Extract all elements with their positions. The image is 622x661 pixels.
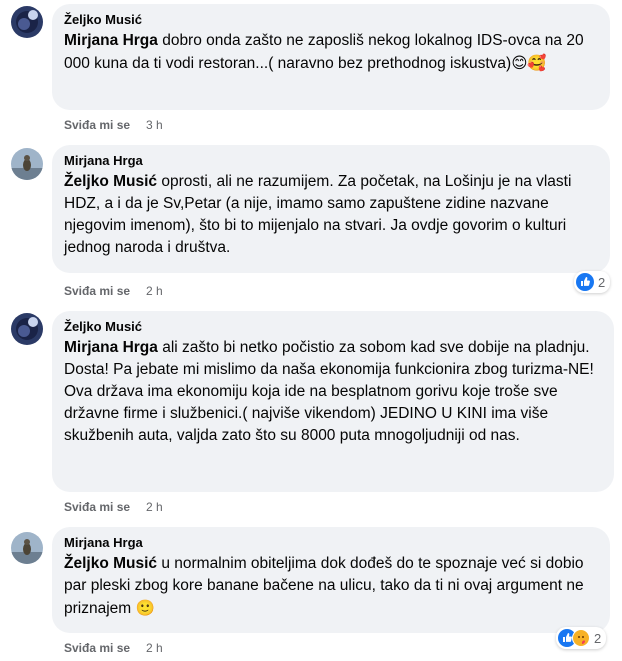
comment-text: Mirjana Hrga dobro onda zašto ne zaposli… — [64, 30, 598, 75]
mention-link[interactable]: Mirjana Hrga — [64, 32, 158, 49]
avatar[interactable] — [11, 148, 43, 180]
like-button[interactable]: Sviđa mi se — [64, 500, 130, 514]
reactions-badge[interactable]: 2 — [556, 627, 607, 649]
comment-time[interactable]: 3 h — [146, 118, 163, 132]
comment-bubble: Mirjana Hrga Željko Musić oprosti, ali n… — [52, 145, 610, 273]
comment-bubble: Mirjana Hrga Željko Musić u normalnim ob… — [52, 527, 610, 633]
comment-actions: Sviđa mi se 2 h — [64, 283, 163, 299]
avatar[interactable] — [11, 313, 43, 345]
reaction-count: 2 — [594, 630, 602, 646]
comment-actions: Sviđa mi se 3 h — [64, 117, 163, 133]
like-reaction-icon — [576, 273, 594, 291]
comment-text: Željko Musić oprosti, ali ne razumijem. … — [64, 171, 598, 259]
reactions-badge[interactable]: 2 — [574, 271, 611, 293]
comment-actions: Sviđa mi se 2 h — [64, 640, 163, 656]
mention-link[interactable]: Mirjana Hrga — [64, 339, 158, 356]
avatar-zeljko-icon — [11, 6, 43, 38]
comment-author[interactable]: Željko Musić — [64, 12, 598, 28]
like-button[interactable]: Sviđa mi se — [64, 284, 130, 298]
comment-time[interactable]: 2 h — [146, 641, 163, 655]
avatar-zeljko-icon — [11, 313, 43, 345]
comment-text: Mirjana Hrga ali zašto bi netko počistio… — [64, 337, 602, 447]
reaction-count: 2 — [598, 274, 606, 290]
comment-author[interactable]: Mirjana Hrga — [64, 535, 598, 551]
avatar[interactable] — [11, 6, 43, 38]
comment-time[interactable]: 2 h — [146, 500, 163, 514]
comment-bubble: Željko Musić Mirjana Hrga dobro onda zaš… — [52, 4, 610, 110]
like-button[interactable]: Sviđa mi se — [64, 641, 130, 655]
comment-bubble: Željko Musić Mirjana Hrga ali zašto bi n… — [52, 311, 614, 492]
avatar-mirjana-icon — [11, 148, 43, 180]
comment-emoji: 🙂 — [135, 599, 155, 617]
care-reaction-icon — [572, 629, 590, 647]
mention-link[interactable]: Željko Musić — [64, 173, 157, 190]
comment-text: Željko Musić u normalnim obiteljima dok … — [64, 553, 598, 620]
like-button[interactable]: Sviđa mi se — [64, 118, 130, 132]
comment-time[interactable]: 2 h — [146, 284, 163, 298]
comment-actions: Sviđa mi se 2 h — [64, 499, 163, 515]
avatar-mirjana-icon — [11, 532, 43, 564]
avatar[interactable] — [11, 532, 43, 564]
comment-author[interactable]: Mirjana Hrga — [64, 153, 598, 169]
mention-link[interactable]: Željko Musić — [64, 555, 157, 572]
comment-author[interactable]: Željko Musić — [64, 319, 602, 335]
comment-emoji: 😊🥰 — [511, 54, 547, 72]
